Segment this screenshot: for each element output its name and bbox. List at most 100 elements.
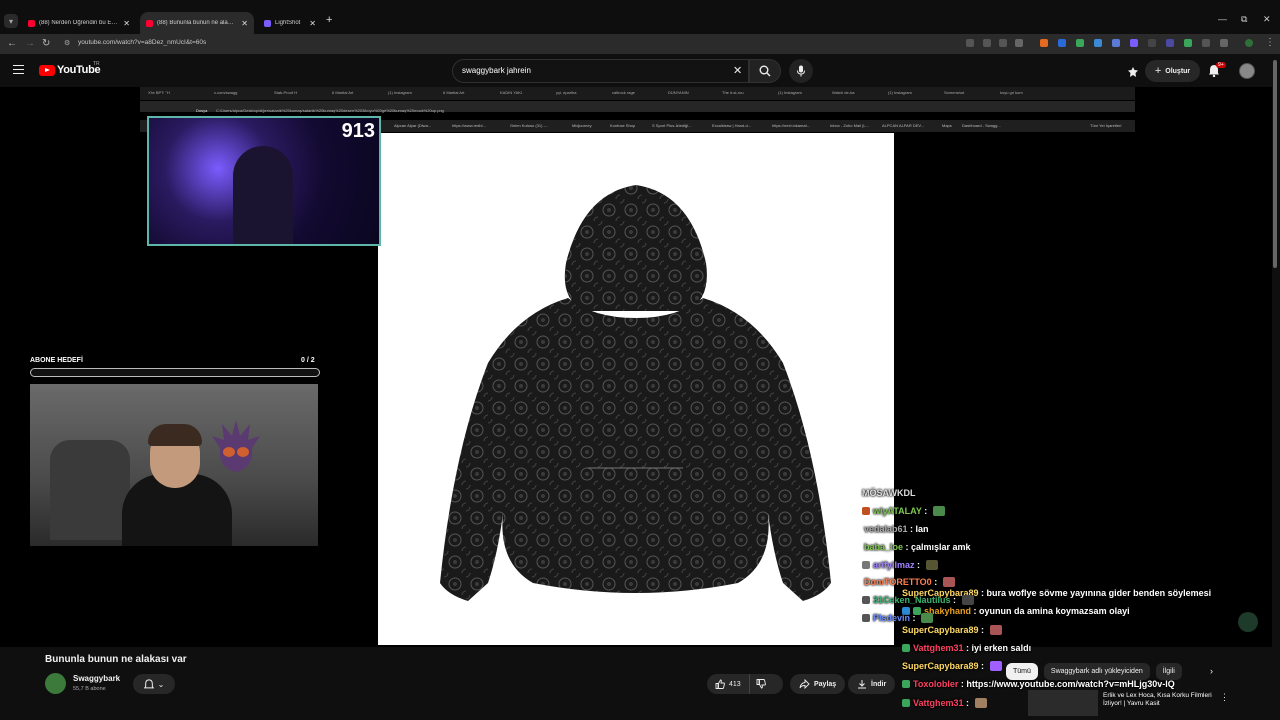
stream-tab: koyu gri kum: [1000, 90, 1023, 95]
chat-text: lan: [915, 524, 929, 534]
like-dislike-group: 413: [707, 674, 783, 694]
chat-message: Vattghem31 : iyi erken saldı: [902, 643, 1031, 653]
streamer-silhouette: [233, 146, 293, 244]
clear-search-icon[interactable]: ✕: [733, 64, 742, 77]
like-button[interactable]: 413: [707, 674, 750, 694]
subscription-bell-button[interactable]: ⌄: [133, 674, 175, 694]
youtube-play-icon: [39, 64, 55, 76]
extensions-puzzle-icon[interactable]: [1220, 39, 1228, 47]
zoom-icon[interactable]: [983, 39, 991, 47]
extension-dark-icon[interactable]: [1148, 39, 1156, 47]
stream-bookmark: Excalidraw | Hand-d...: [712, 123, 752, 128]
chat-username: baba_loe: [864, 542, 904, 552]
stream-bookmark: Inbox - Zoho Mail (L...: [830, 123, 869, 128]
chat-text: bura woflye sövme yayınına gider benden …: [986, 588, 1212, 598]
cast-icon[interactable]: [1127, 65, 1139, 83]
stream-tab: 6 Martial Art: [443, 90, 465, 95]
stream-bookmark: https://www.redbl...: [452, 123, 486, 128]
chat-username: wiyATALAY: [873, 506, 922, 516]
download-button[interactable]: İndir: [848, 674, 896, 694]
chip-all[interactable]: Tümü: [1006, 663, 1038, 680]
browser-tab-label: LightShot: [275, 20, 301, 26]
extension-orange-icon[interactable]: [1040, 39, 1048, 47]
browser-tab-1[interactable]: (88) Nerden Öğrendin bu Edebi ✕: [22, 12, 136, 34]
stream-tab: (1) Instagram: [388, 90, 412, 95]
close-tab-icon[interactable]: ✕: [123, 19, 130, 28]
restore-icon[interactable]: ⧉: [1241, 14, 1247, 25]
subscriber-goal-count: 0 / 2: [301, 357, 315, 364]
cast-tab-icon[interactable]: [966, 39, 974, 47]
chat-text: https://www.youtube.com/watch?v=mHLjg30v…: [966, 679, 1175, 689]
extension-blue-icon[interactable]: [1058, 39, 1066, 47]
chat-badge-icon: [902, 680, 910, 688]
create-button[interactable]: + Oluştur: [1145, 60, 1200, 82]
extension-tool-icon[interactable]: [1094, 39, 1102, 47]
chat-message: MÖSAWKDL: [862, 488, 916, 498]
channel-name[interactable]: Swaggybark: [73, 674, 120, 683]
profile-icon[interactable]: [1245, 39, 1253, 47]
tab-search-button[interactable]: ▾: [4, 14, 18, 28]
share-button[interactable]: Paylaş: [790, 674, 846, 694]
chip-from-uploader[interactable]: Swaggybark adlı yükleyiciden: [1043, 663, 1150, 680]
thumbs-down-icon: [756, 679, 766, 689]
search-value[interactable]: swaggybark jahrein: [462, 66, 531, 75]
extension-green-icon[interactable]: [1076, 39, 1084, 47]
back-icon[interactable]: ←: [7, 38, 17, 49]
browser-menu-icon[interactable]: ⋮: [1265, 37, 1275, 48]
extension-pen-icon[interactable]: [1130, 39, 1138, 47]
youtube-logo[interactable]: YouTube TR: [39, 61, 101, 76]
close-tab-icon[interactable]: ✕: [241, 19, 248, 28]
hide-icon[interactable]: [999, 39, 1007, 47]
channel-avatar[interactable]: [45, 673, 66, 694]
recommendation-thumbnail[interactable]: [1028, 690, 1098, 716]
extension-screenshot-icon[interactable]: [1112, 39, 1120, 47]
account-avatar[interactable]: [1239, 63, 1255, 79]
recommendation-title[interactable]: Erlik ve Lex Hoca, Kısa Korku Filmleri İ…: [1103, 692, 1213, 708]
stream-bookmark: Maps: [942, 123, 952, 128]
stream-tab: DÜNYANIN: [668, 90, 689, 95]
extension-purple-icon[interactable]: [1166, 39, 1174, 47]
chat-username: Vattghem31: [913, 643, 964, 653]
browser-tab-2[interactable]: (88) Bununla bunun ne alakası ✕: [140, 12, 254, 34]
menu-icon[interactable]: [13, 65, 24, 74]
forward-icon[interactable]: →: [25, 38, 35, 49]
new-tab-icon[interactable]: +: [326, 14, 332, 26]
browser-tab-3[interactable]: LightShot ✕: [258, 12, 322, 34]
bell-icon: [143, 678, 154, 688]
stream-tab: 6 Martial Art: [332, 90, 354, 95]
youtube-favicon-icon: [28, 19, 35, 27]
stream-bookmark: ALPCAN ALPAR DEV...: [882, 123, 925, 128]
chat-message: SuperCapybara89 :: [902, 625, 1002, 635]
hoodie-image: [440, 185, 831, 601]
chip-related[interactable]: İlgili: [1155, 663, 1182, 680]
bookmark-star-icon[interactable]: [1015, 39, 1023, 47]
page-scrollbar[interactable]: [1273, 60, 1277, 268]
stream-bookmark: https://next.inkamat...: [772, 123, 811, 128]
close-tab-icon[interactable]: ✕: [309, 19, 316, 28]
extension-circle-icon[interactable]: [1202, 39, 1210, 47]
stream-tab: X'te BPT: "H: [148, 90, 170, 95]
minimize-icon[interactable]: —: [1218, 14, 1227, 24]
stream-tab: The it-st-rou: [722, 90, 744, 95]
stream-tab: yçi, eparlha: [556, 90, 577, 95]
chat-text: oyunun da amina koymazsam olayi: [979, 606, 1130, 616]
more-options-icon[interactable]: ⋮: [1220, 692, 1229, 703]
channel-watermark-icon[interactable]: [1238, 612, 1258, 632]
reload-icon[interactable]: ↻: [42, 38, 50, 49]
streamer-hair: [148, 424, 202, 446]
dislike-button[interactable]: [750, 674, 772, 694]
chat-username: SuperCapybara89: [902, 661, 979, 671]
chat-emote-icon: [921, 613, 934, 623]
url-field[interactable]: youtube.com/watch?v=a8Dez_nmUcI&t=60s: [78, 39, 206, 46]
window-close-icon[interactable]: ✕: [1263, 14, 1271, 25]
stream-bookmark: S Sport Plus-İzlediği...: [652, 123, 692, 128]
search-button[interactable]: [749, 59, 781, 83]
chevron-right-icon[interactable]: ›: [1210, 666, 1213, 676]
site-info-icon[interactable]: ⚙: [64, 39, 70, 47]
stream-url-prefix: Dosya: [196, 108, 208, 113]
voice-search-button[interactable]: [789, 59, 813, 83]
browser-tabstrip: ▾ (88) Nerden Öğrendin bu Edebi ✕ (88) B…: [0, 0, 1280, 34]
chat-message: arifyilmaz :: [862, 560, 938, 570]
chat-username: MÖSAWKDL: [862, 488, 916, 498]
extension-record-icon[interactable]: [1184, 39, 1192, 47]
